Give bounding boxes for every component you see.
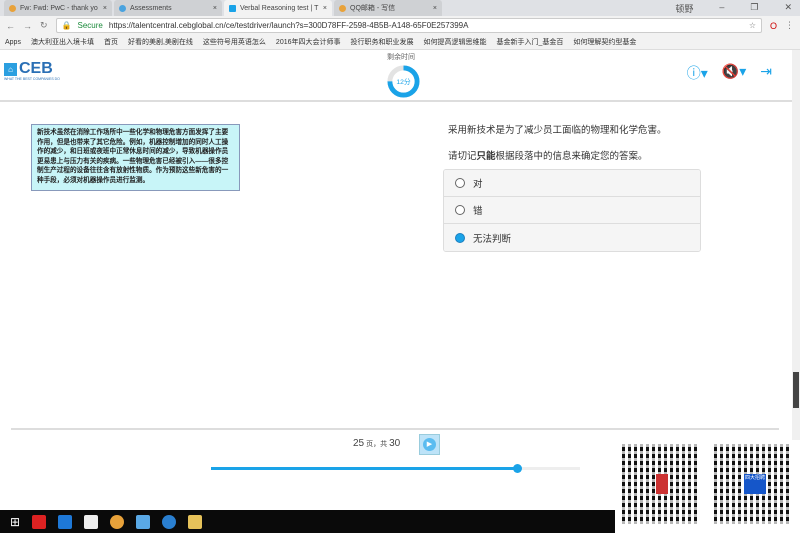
close-tab-icon[interactable]: × bbox=[323, 5, 327, 12]
next-button[interactable]: ▶ bbox=[419, 434, 440, 455]
current-page: 25 bbox=[353, 438, 365, 449]
progress-fill bbox=[211, 467, 518, 470]
start-icon[interactable]: ⊞ bbox=[10, 515, 20, 529]
instruction-text: 根据段落中的信息来确定您的答案。 bbox=[495, 151, 648, 162]
tab-favicon-icon bbox=[229, 4, 236, 12]
answer-options: 对 错 无法判断 bbox=[443, 169, 701, 252]
bookmark[interactable]: 2016年四大会计师事 bbox=[276, 37, 341, 47]
browser-tab[interactable]: QQ邮箱 - 写信 × bbox=[334, 0, 442, 16]
browser-tab-bar: Fw: Fwd: PwC - thank yo × Assessments × Ve… bbox=[0, 0, 800, 16]
bookmark[interactable]: 如何提高逻辑思维能 bbox=[424, 37, 487, 47]
app-icon[interactable] bbox=[32, 514, 47, 529]
restore-icon[interactable]: ❐ bbox=[750, 2, 758, 15]
progress-slider[interactable] bbox=[211, 464, 580, 473]
logo-tagline: WHAT THE BEST COMPANIES DO bbox=[4, 77, 60, 81]
exit-icon[interactable]: ⇥ bbox=[760, 63, 772, 83]
page-indicator: 25 页，共 30 bbox=[353, 438, 400, 449]
radio-button-selected[interactable] bbox=[455, 232, 465, 243]
minimize-icon[interactable]: – bbox=[719, 2, 724, 15]
folder-icon[interactable] bbox=[188, 514, 203, 529]
reload-icon[interactable]: ↻ bbox=[40, 20, 48, 31]
timer-value: 12分 bbox=[396, 77, 411, 86]
menu-icon[interactable]: ⋮ bbox=[785, 20, 794, 31]
tab-title: Fw: Fwd: PwC - thank yo bbox=[20, 4, 98, 12]
chrome-icon[interactable] bbox=[110, 514, 125, 529]
scrollbar-thumb[interactable] bbox=[793, 372, 799, 408]
total-pages: 30 bbox=[389, 438, 401, 449]
progress-knob[interactable] bbox=[513, 464, 523, 473]
browser-tab[interactable]: Assessments × bbox=[114, 0, 222, 16]
address-bar-row: ← → ↻ 🔒 Secure https://talentcentral.cebglob… bbox=[0, 16, 800, 35]
qr-logo bbox=[656, 474, 668, 494]
question-statement: 采用新技术是为了减少员工面临的物理和化学危害。 bbox=[448, 125, 667, 136]
ceb-logo: ⌂ CEB WHAT THE BEST COMPANIES DO bbox=[4, 60, 60, 81]
qr-code: 四大招聘 bbox=[712, 442, 794, 526]
browser-tab[interactable]: Fw: Fwd: PwC - thank yo × bbox=[4, 0, 112, 16]
tab-title: Verbal Reasoning test | T bbox=[240, 4, 319, 12]
bookmark[interactable]: 首页 bbox=[104, 37, 118, 47]
url-input[interactable]: 🔒 Secure https://talentcentral.cebglobal.c… bbox=[55, 18, 762, 33]
option-label: 无法判断 bbox=[473, 233, 512, 245]
building-icon: ⌂ bbox=[4, 62, 17, 76]
instruction-emphasis: 只能 bbox=[476, 151, 496, 162]
star-icon[interactable]: ☆ bbox=[749, 21, 756, 30]
qr-code bbox=[620, 442, 702, 526]
tab-favicon-icon bbox=[339, 4, 346, 12]
radio-button[interactable] bbox=[455, 205, 465, 215]
timer-ring: 12分 bbox=[387, 65, 420, 98]
extension-icon[interactable]: O bbox=[770, 21, 777, 31]
bookmark[interactable]: 基金新手入门_基金百 bbox=[497, 37, 564, 47]
page-word: 页，共 bbox=[366, 441, 388, 448]
bookmark[interactable]: Apps bbox=[5, 39, 21, 46]
back-icon[interactable]: ← bbox=[6, 21, 15, 31]
option-true[interactable]: 对 bbox=[444, 170, 700, 197]
bookmark[interactable]: 这些符号用英语怎么 bbox=[203, 37, 266, 47]
divider bbox=[11, 428, 779, 430]
store-icon[interactable] bbox=[84, 514, 99, 529]
timer-label: 剩余时间 bbox=[387, 54, 415, 61]
close-tab-icon[interactable]: × bbox=[213, 5, 217, 12]
radio-button[interactable] bbox=[455, 178, 465, 188]
tab-favicon-icon bbox=[9, 4, 16, 12]
passage-text: 新技术虽然在消除工作场所中一些化学和物理危害方面发挥了主要作用，但是也带来了其它… bbox=[31, 124, 240, 191]
close-tab-icon[interactable]: × bbox=[433, 5, 437, 12]
profile-name[interactable]: 顿野 bbox=[675, 2, 693, 15]
bookmarks-bar: Apps 澳大利亚出入境卡填 首页 好看的美剧,美剧在线 这些符号用英语怎么 2… bbox=[0, 35, 800, 50]
logo-text: CEB bbox=[19, 60, 53, 77]
test-header: ⌂ CEB WHAT THE BEST COMPANIES DO 剩余时间 12分 … bbox=[0, 50, 792, 102]
bookmark[interactable]: 投行职务和职业发展 bbox=[351, 37, 414, 47]
close-window-icon[interactable]: ✕ bbox=[784, 2, 792, 15]
qr-logo: 四大招聘 bbox=[744, 474, 766, 494]
option-false[interactable]: 错 bbox=[444, 197, 700, 224]
play-icon: ▶ bbox=[423, 438, 436, 451]
windows-taskbar: ⊞ bbox=[0, 510, 615, 533]
option-cannot-say[interactable]: 无法判断 bbox=[444, 224, 700, 251]
lock-icon: 🔒 bbox=[61, 21, 72, 30]
bookmark[interactable]: 如何理解契约型基金 bbox=[573, 37, 636, 47]
question-instruction: 请切记只能根据段落中的信息来确定您的答案。 bbox=[448, 148, 648, 162]
mute-icon[interactable]: 🔇▾ bbox=[722, 63, 746, 83]
forward-icon[interactable]: → bbox=[23, 21, 32, 31]
app-icon[interactable] bbox=[162, 514, 177, 529]
help-icon[interactable]: ⓘ▾ bbox=[687, 63, 708, 83]
close-tab-icon[interactable]: × bbox=[103, 5, 107, 12]
url-text: https://talentcentral.cebglobal.cn/ce/te… bbox=[108, 21, 469, 30]
browser-tab-active[interactable]: Verbal Reasoning test | T × bbox=[224, 0, 332, 16]
bookmark[interactable]: 好看的美剧,美剧在线 bbox=[128, 37, 193, 47]
secure-label: Secure bbox=[77, 21, 103, 30]
edge-icon[interactable] bbox=[58, 514, 73, 529]
bookmark[interactable]: 澳大利亚出入境卡填 bbox=[31, 37, 94, 47]
option-label: 错 bbox=[473, 206, 483, 217]
app-icon[interactable] bbox=[136, 514, 151, 529]
tab-title: Assessments bbox=[130, 4, 172, 12]
tab-favicon-icon bbox=[119, 4, 126, 12]
option-label: 对 bbox=[473, 179, 483, 190]
tab-title: QQ邮箱 - 写信 bbox=[350, 5, 396, 12]
instruction-text: 请切记 bbox=[448, 151, 477, 162]
